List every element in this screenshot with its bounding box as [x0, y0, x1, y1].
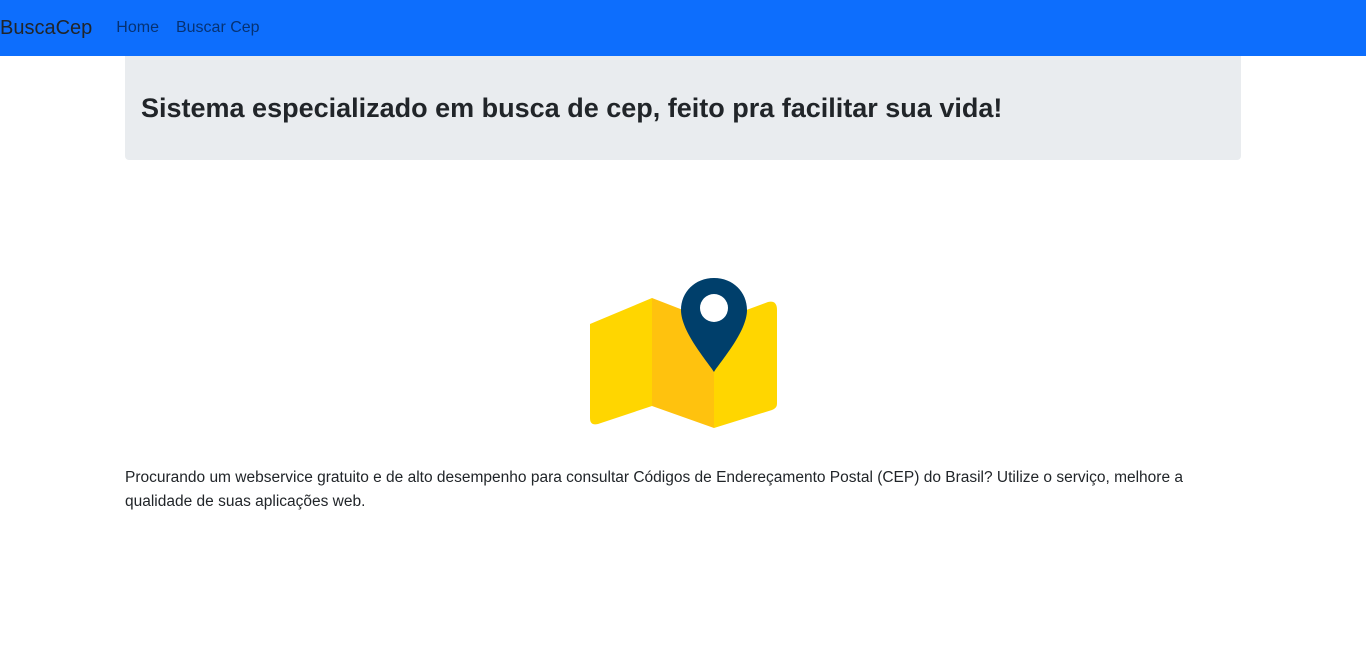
nav-link-buscar-cep[interactable]: Buscar Cep — [176, 0, 260, 56]
page-title: Sistema especializado em busca de cep, f… — [141, 92, 1003, 123]
top-navbar: BuscaCep Home Buscar Cep — [0, 0, 1366, 56]
nav-link-home[interactable]: Home — [116, 0, 159, 56]
service-description: Procurando um webservice gratuito e de a… — [125, 469, 1183, 510]
hero-banner: Sistema especializado em busca de cep, f… — [125, 56, 1241, 160]
brand-logo-link[interactable]: BuscaCep — [0, 0, 92, 56]
map-pin-icon — [588, 276, 780, 430]
